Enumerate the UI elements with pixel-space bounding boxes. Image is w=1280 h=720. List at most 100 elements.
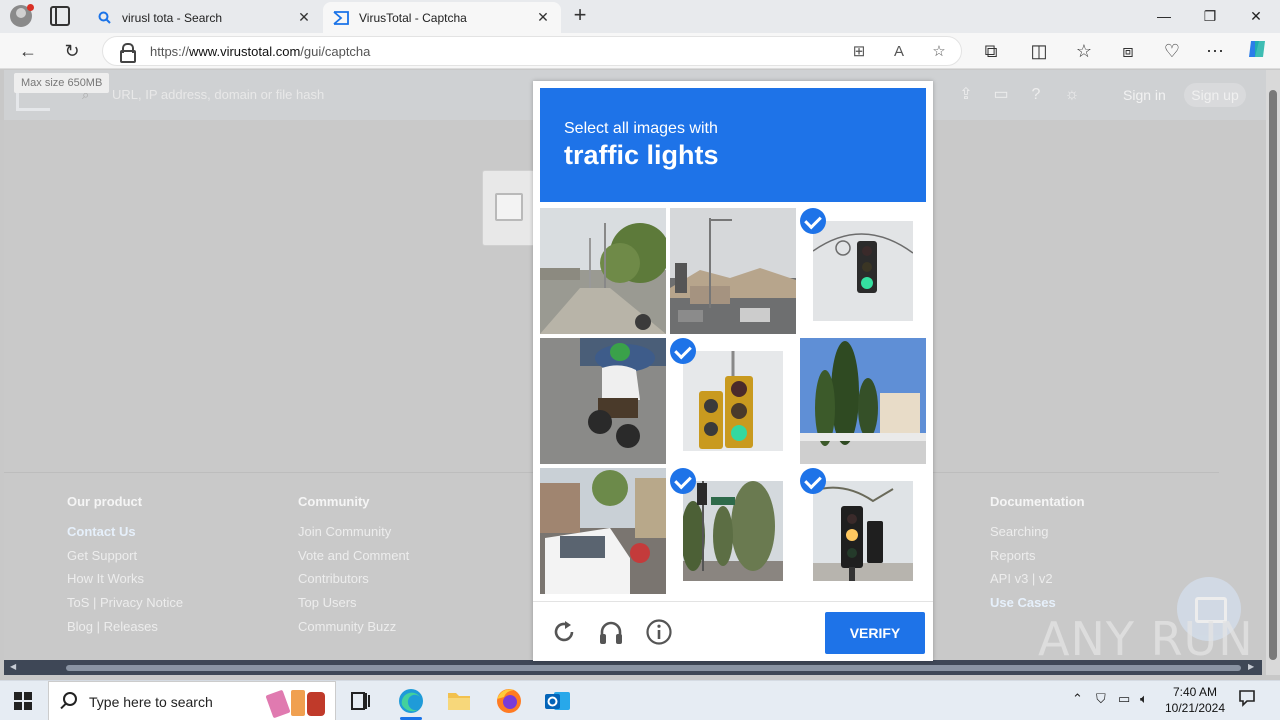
clock-date: 10/21/2024 — [1164, 701, 1226, 715]
footer-link-top-users[interactable]: Top Users — [298, 595, 409, 619]
scrollbar-thumb[interactable] — [1269, 90, 1277, 660]
sign-in-link[interactable]: Sign in — [1123, 87, 1166, 103]
theme-sun-icon[interactable]: ☼ — [1062, 85, 1082, 105]
maximize-button[interactable]: ❐ — [1187, 0, 1233, 32]
new-tab-button[interactable]: + — [568, 4, 592, 28]
footer-link-join-community[interactable]: Join Community — [298, 524, 409, 548]
motorcyclist-image — [540, 338, 666, 464]
copilot-icon[interactable] — [1244, 38, 1270, 64]
show-hidden-icons[interactable]: ⌃ — [1072, 691, 1083, 707]
captcha-tile-4[interactable] — [540, 338, 666, 464]
captcha-tile-1[interactable] — [540, 208, 666, 334]
footer-link-how-it-works[interactable]: How It Works — [67, 571, 183, 595]
split-screen-icon[interactable]: ◫ — [1026, 38, 1052, 64]
captcha-tile-8[interactable] — [670, 468, 796, 594]
footer-community: Community Join Community Vote and Commen… — [298, 494, 409, 642]
edge-taskbar-icon[interactable] — [388, 681, 434, 720]
search-highlight-art-icon — [266, 690, 325, 718]
selected-check-icon — [800, 468, 826, 494]
windows-taskbar: Type here to search ⌃ ⛉ ▭ 🔈︎ 7:40 AM 10/… — [0, 680, 1280, 720]
notifications-icon[interactable] — [1238, 689, 1256, 710]
windows-start-icon[interactable] — [14, 692, 32, 710]
footer-link-community-buzz[interactable]: Community Buzz — [298, 619, 409, 643]
captcha-tile-6[interactable] — [800, 338, 926, 464]
captcha-tile-5[interactable] — [670, 338, 796, 464]
close-icon[interactable]: ✕ — [535, 9, 551, 26]
minimize-button[interactable]: — — [1141, 0, 1187, 32]
refresh-icon[interactable] — [550, 618, 578, 646]
max-size-tooltip: Max size 650MB — [14, 73, 110, 93]
street-van-image — [540, 468, 666, 594]
read-aloud-icon[interactable]: A — [887, 40, 911, 64]
volume-icon[interactable]: 🔈︎ — [1140, 691, 1148, 707]
footer-link-vote[interactable]: Vote and Comment — [298, 548, 409, 572]
audio-headphones-icon[interactable] — [597, 618, 625, 646]
system-clock[interactable]: 7:40 AM 10/21/2024 — [1160, 684, 1230, 716]
refresh-button[interactable]: ↻ — [59, 38, 85, 64]
network-icon[interactable]: ▭ — [1118, 691, 1130, 707]
file-explorer-icon[interactable] — [436, 681, 482, 720]
security-tray-icon[interactable]: ⛉ — [1096, 691, 1106, 707]
address-bar[interactable]: https://www.virustotal.com/gui/captcha ⊞… — [102, 36, 962, 66]
captcha-tile-9[interactable] — [800, 468, 926, 594]
sign-up-button[interactable]: Sign up — [1184, 83, 1246, 107]
footer-link-contributors[interactable]: Contributors — [298, 571, 409, 595]
search-input[interactable]: URL, IP address, domain or file hash — [112, 87, 324, 102]
footer-link-contact-us[interactable]: Contact Us — [67, 524, 183, 548]
notification-dot — [27, 4, 34, 11]
captcha-target: traffic lights — [564, 140, 719, 170]
more-menu-icon[interactable]: ⋯ — [1202, 38, 1228, 64]
captcha-header: Select all images with traffic lights — [540, 88, 926, 202]
footer-link-reports[interactable]: Reports — [990, 548, 1085, 572]
tab-search[interactable]: virusl tota - Search ✕ — [86, 2, 322, 33]
task-view-icon[interactable] — [337, 681, 383, 720]
horizontal-scrollbar[interactable]: ◀ ▶ — [4, 660, 1262, 675]
outlook-icon[interactable] — [534, 681, 580, 720]
traffic-light-green-image — [813, 221, 913, 321]
tab-captcha[interactable]: VirusTotal - Captcha ✕ — [323, 2, 561, 33]
favorites-icon[interactable]: ☆ — [1071, 38, 1097, 64]
favorite-star-icon[interactable]: ☆ — [927, 40, 951, 64]
captcha-checkbox[interactable] — [495, 193, 523, 221]
taskbar-search-input[interactable]: Type here to search — [48, 681, 336, 720]
back-button[interactable]: ← — [15, 38, 41, 64]
browser-toolbar: ← ↻ https://www.virustotal.com/gui/captc… — [0, 33, 1280, 69]
captcha-prompt: Select all images with — [564, 120, 718, 137]
extensions-icon[interactable]: ⧉ — [978, 38, 1004, 64]
vertical-scrollbar[interactable] — [1266, 70, 1280, 675]
chat-icon[interactable]: ▭ — [991, 85, 1011, 105]
info-icon[interactable] — [645, 618, 673, 646]
search-icon — [63, 692, 77, 706]
collections-icon[interactable]: ⧈ — [1115, 38, 1141, 64]
footer-link-searching[interactable]: Searching — [990, 524, 1085, 548]
footer-link-api[interactable]: API v3 | v2 — [990, 571, 1085, 595]
browser-essentials-icon[interactable]: ♡ — [1159, 38, 1185, 64]
double-traffic-light-image — [683, 351, 783, 451]
search-icon — [96, 10, 112, 26]
close-window-button[interactable]: ✕ — [1233, 0, 1279, 32]
close-icon[interactable]: ✕ — [296, 9, 312, 26]
scrollbar-thumb[interactable] — [66, 665, 1241, 671]
anyrun-watermark: ANY RUN — [1038, 612, 1254, 666]
apps-icon[interactable]: ⊞ — [847, 40, 871, 64]
upload-icon[interactable]: ⇪ — [956, 85, 976, 105]
lock-icon[interactable] — [119, 43, 136, 63]
url-text[interactable]: https://www.virustotal.com/gui/captcha — [150, 44, 370, 59]
footer-link-get-support[interactable]: Get Support — [67, 548, 183, 572]
selected-check-icon — [670, 468, 696, 494]
captcha-tile-3[interactable] — [800, 208, 926, 334]
taskbar-search-placeholder: Type here to search — [89, 694, 213, 710]
footer-link-tos[interactable]: ToS | Privacy Notice — [67, 595, 183, 619]
verify-button[interactable]: VERIFY — [825, 612, 925, 654]
captcha-tile-2[interactable] — [670, 208, 796, 334]
street-sign-trees-image — [683, 481, 783, 581]
captcha-tile-7[interactable] — [540, 468, 666, 594]
footer-link-blog[interactable]: Blog | Releases — [67, 619, 183, 643]
tab-actions-icon[interactable] — [50, 6, 70, 26]
virustotal-icon — [333, 10, 349, 26]
firefox-icon[interactable] — [486, 681, 532, 720]
tab-title: virusl tota - Search — [122, 10, 223, 25]
captcha-footer: VERIFY — [533, 601, 933, 661]
selected-check-icon — [670, 338, 696, 364]
help-icon[interactable]: ? — [1026, 85, 1046, 105]
